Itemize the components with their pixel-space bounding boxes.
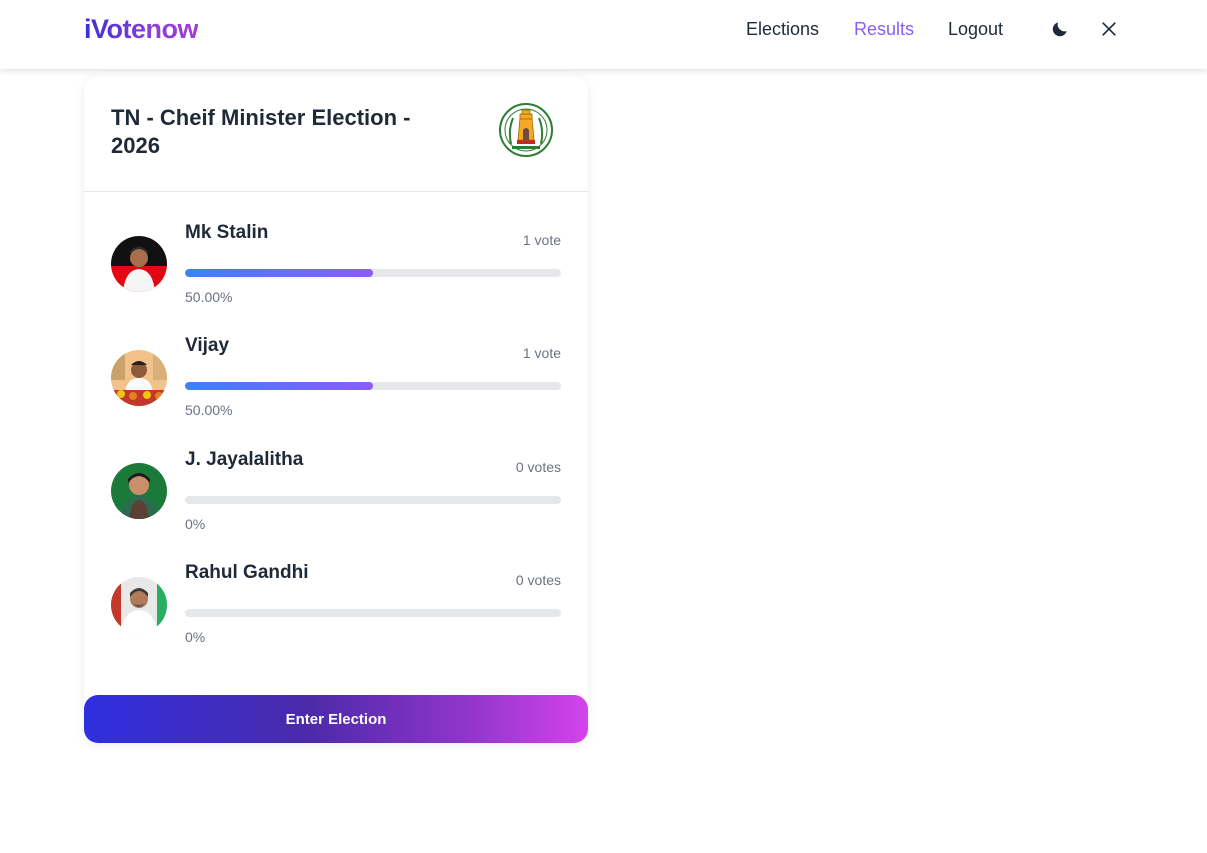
top-navbar: iVotenow Elections Results Logout bbox=[0, 0, 1207, 69]
candidate-result-item: J. Jayalalitha 0 votes 0% bbox=[84, 449, 588, 549]
candidate-vote-percent: 0% bbox=[185, 629, 206, 645]
enter-election-button[interactable]: Enter Election bbox=[84, 695, 588, 743]
candidate-vote-percent: 50.00% bbox=[185, 289, 233, 305]
nav-elections-link[interactable]: Elections bbox=[746, 19, 819, 40]
candidate-avatar bbox=[111, 236, 167, 292]
candidate-avatar bbox=[111, 577, 167, 633]
candidate-result-item: Mk Stalin 1 vote 50.00% bbox=[84, 222, 588, 322]
vote-progress-bar bbox=[185, 269, 561, 277]
vote-progress-bar bbox=[185, 609, 561, 617]
vote-progress-bar bbox=[185, 496, 561, 504]
candidate-result-item: Vijay 1 vote 50.00% bbox=[84, 335, 588, 435]
candidate-vote-count: 0 votes bbox=[515, 459, 561, 475]
candidate-vote-count: 1 vote bbox=[522, 232, 561, 248]
election-title: TN - Cheif Minister Election - 2026 bbox=[111, 105, 411, 158]
close-icon[interactable] bbox=[1098, 18, 1120, 40]
election-card: TN - Cheif Minister Election - 2026 Mk S… bbox=[84, 76, 588, 743]
candidate-vote-percent: 0% bbox=[185, 516, 206, 532]
vote-progress-fill bbox=[185, 382, 373, 390]
candidate-avatar bbox=[111, 463, 167, 519]
candidate-vote-percent: 50.00% bbox=[185, 402, 233, 418]
app-logo[interactable]: iVotenow bbox=[84, 14, 199, 45]
candidate-name: J. Jayalalitha bbox=[185, 449, 304, 470]
candidate-name: Vijay bbox=[185, 335, 230, 356]
candidate-name: Rahul Gandhi bbox=[185, 562, 309, 583]
election-card-header: TN - Cheif Minister Election - 2026 bbox=[84, 76, 588, 192]
vote-progress-fill bbox=[185, 269, 373, 277]
nav-logout-link[interactable]: Logout bbox=[948, 19, 1003, 40]
nav-results-link[interactable]: Results bbox=[854, 19, 914, 40]
candidate-name: Mk Stalin bbox=[185, 222, 269, 243]
candidate-result-item: Rahul Gandhi 0 votes 0% bbox=[84, 562, 588, 662]
moon-icon[interactable] bbox=[1049, 18, 1071, 40]
vote-progress-bar bbox=[185, 382, 561, 390]
candidate-vote-count: 1 vote bbox=[522, 345, 561, 361]
candidate-vote-count: 0 votes bbox=[515, 572, 561, 588]
candidate-avatar bbox=[111, 350, 167, 406]
tamil-nadu-emblem-icon bbox=[498, 100, 554, 160]
